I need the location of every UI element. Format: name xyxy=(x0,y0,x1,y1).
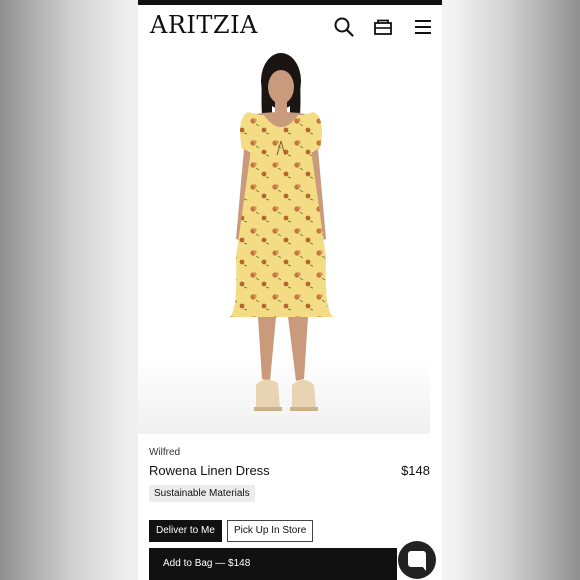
menu-icon[interactable] xyxy=(412,16,434,38)
product-page: ARITZIA Wilfred Rowena Linen Dress $148 … xyxy=(138,0,442,580)
chat-button[interactable] xyxy=(398,541,436,579)
product-image[interactable] xyxy=(138,49,430,434)
logo[interactable]: ARITZIA xyxy=(150,11,258,39)
deliver-to-me-button[interactable]: Deliver to Me xyxy=(149,520,222,542)
site-header: ARITZIA xyxy=(138,5,442,49)
bag-icon[interactable] xyxy=(372,16,394,38)
product-name: Rowena Linen Dress xyxy=(149,463,270,478)
product-info: Wilfred Rowena Linen Dress $148 Sustaina… xyxy=(138,434,442,580)
add-to-bag-button[interactable]: Add to Bag — $148 xyxy=(149,548,397,580)
sustainable-badge: Sustainable Materials xyxy=(149,485,255,502)
search-icon[interactable] xyxy=(333,16,355,38)
chat-icon xyxy=(408,551,426,571)
product-price: $148 xyxy=(401,463,430,478)
pick-up-in-store-button[interactable]: Pick Up In Store xyxy=(227,520,314,542)
product-brand[interactable]: Wilfred xyxy=(149,447,180,458)
